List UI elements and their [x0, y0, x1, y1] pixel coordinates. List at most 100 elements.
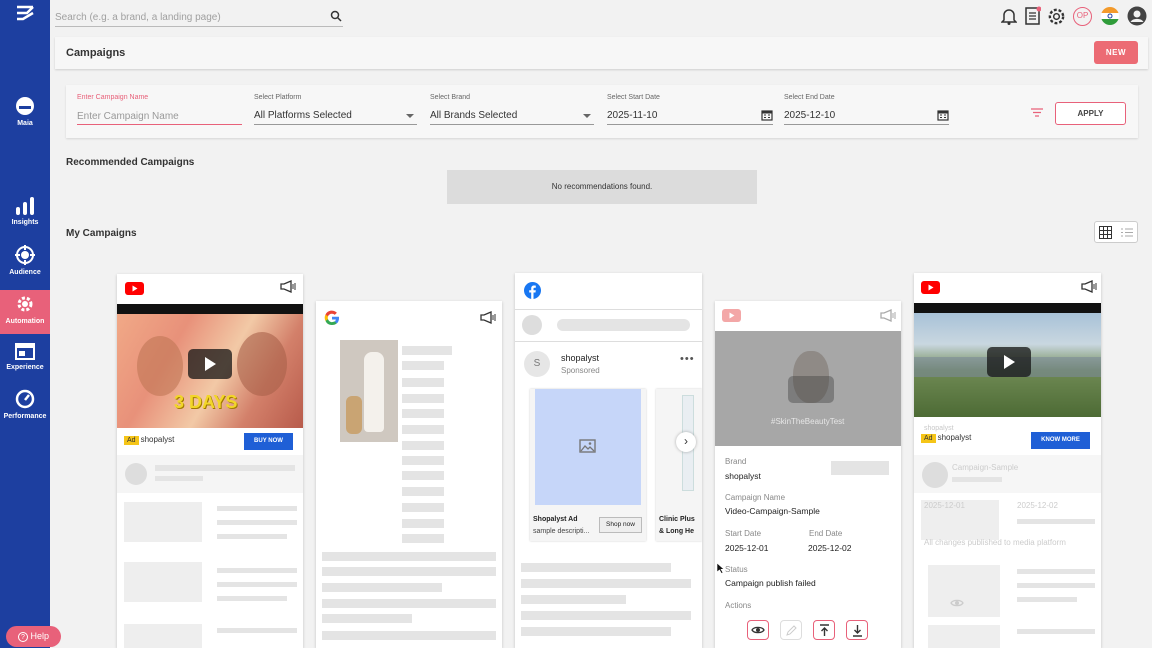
- carousel-item[interactable]: Clinic Plus & Long He: [656, 389, 702, 541]
- apply-button[interactable]: APPLY: [1055, 102, 1126, 125]
- ad-attribution: Ad shopalyst: [921, 433, 971, 443]
- play-button-icon[interactable]: [788, 376, 834, 403]
- play-button-icon[interactable]: [987, 347, 1031, 377]
- help-button[interactable]: ? Help: [6, 626, 61, 647]
- sidebar-item-automation[interactable]: Automation: [0, 290, 50, 334]
- calendar-icon[interactable]: [761, 109, 773, 121]
- search-icon[interactable]: [330, 10, 342, 22]
- brand-value: shopalyst: [725, 471, 761, 481]
- page-name: shopalyst: [561, 353, 600, 363]
- campaign-card-youtube-hover[interactable]: #SkinTheBeautyTest Brand shopalyst Campa…: [715, 301, 901, 648]
- skeleton-line: [521, 627, 671, 636]
- brand-value: All Brands Selected: [430, 110, 518, 121]
- view-button[interactable]: [747, 620, 769, 640]
- bell-icon[interactable]: [1001, 7, 1017, 25]
- notes-icon[interactable]: [1025, 6, 1041, 25]
- ad-badge: Ad: [921, 434, 936, 443]
- sponsored-label: Sponsored: [561, 366, 600, 375]
- skeleton-line: [952, 477, 1002, 482]
- megaphone-icon[interactable]: [280, 280, 296, 293]
- more-options-icon[interactable]: •••: [680, 353, 695, 365]
- brand-label: Brand: [725, 457, 747, 466]
- know-more-button[interactable]: KNOW MORE: [1031, 432, 1090, 449]
- skeleton-line: [1017, 597, 1077, 602]
- calendar-icon[interactable]: [937, 109, 949, 121]
- skeleton-line: [402, 425, 444, 434]
- campaign-card-facebook[interactable]: S shopalyst Sponsored ••• Shopalyst Ad s…: [515, 273, 702, 648]
- brush-shape: [346, 396, 362, 434]
- brand-label: Select Brand: [430, 94, 471, 101]
- video-top-bar: [914, 303, 1101, 313]
- divider: [515, 341, 702, 342]
- skeleton-line: [1017, 583, 1095, 588]
- user-avatar-icon[interactable]: [1127, 6, 1147, 26]
- brand-select[interactable]: All Brands Selected: [430, 109, 594, 125]
- grid-view-icon[interactable]: [1099, 226, 1112, 239]
- platform-select[interactable]: All Platforms Selected: [254, 109, 417, 125]
- start-date-input[interactable]: 2025-11-10: [607, 109, 773, 125]
- skeleton-line: [217, 506, 297, 511]
- india-flag-icon[interactable]: [1100, 6, 1120, 26]
- help-label: Help: [30, 631, 50, 642]
- product-image: [340, 340, 398, 442]
- mouse-cursor-icon: [716, 562, 724, 574]
- skeleton-block: [124, 562, 202, 602]
- publish-button[interactable]: [813, 620, 835, 640]
- sidebar-item-performance[interactable]: Performance: [0, 389, 50, 427]
- campaign-name-value: Video-Campaign-Sample: [725, 506, 820, 516]
- skeleton-line: [521, 595, 626, 604]
- campaign-card-youtube-2[interactable]: Ad shopalyst KNOW MORE shopalyst Campaign…: [914, 273, 1101, 648]
- edit-button[interactable]: [780, 620, 802, 640]
- video-top-bar: [117, 304, 303, 314]
- page-avatar: S: [524, 351, 550, 377]
- browser-icon: [15, 343, 35, 360]
- skeleton-line: [521, 579, 691, 588]
- face-shape: [137, 336, 183, 396]
- skeleton-line: [402, 346, 452, 355]
- shop-now-button[interactable]: Shop now: [599, 517, 642, 533]
- list-view-icon[interactable]: [1121, 228, 1133, 237]
- carousel-item[interactable]: Shopalyst Ad sample descripti... Shop no…: [530, 389, 646, 541]
- sidebar-item-audience[interactable]: Audience: [0, 245, 50, 283]
- campaign-name-label: Campaign Name: [725, 493, 786, 502]
- new-campaign-button[interactable]: NEW: [1094, 41, 1138, 64]
- platform-value: All Platforms Selected: [254, 110, 352, 121]
- video-thumbnail[interactable]: [914, 313, 1101, 417]
- megaphone-icon[interactable]: [480, 311, 496, 324]
- face-shape: [237, 332, 287, 396]
- gauge-icon: [15, 389, 35, 409]
- sidebar-item-insights[interactable]: Insights: [0, 197, 50, 235]
- carousel-next-icon[interactable]: ›: [676, 432, 696, 452]
- campaign-card-youtube[interactable]: 3 DAYS Ad shopalyst BUY NOW: [117, 274, 303, 648]
- product-title: Shopalyst Ad: [533, 516, 578, 523]
- play-button-icon[interactable]: [188, 349, 232, 379]
- ghost-end-date: 2025-12-02: [1017, 501, 1058, 510]
- video-thumbnail[interactable]: #SkinTheBeautyTest: [715, 331, 901, 446]
- settings-icon[interactable]: [1047, 7, 1066, 26]
- my-campaigns-title: My Campaigns: [66, 228, 137, 239]
- download-button[interactable]: [846, 620, 868, 640]
- status-label: Status: [725, 565, 748, 574]
- sidebar-item-experience[interactable]: Experience: [0, 343, 50, 379]
- sidebar-item-label: Audience: [9, 269, 41, 276]
- campaign-card-google[interactable]: [316, 301, 502, 648]
- sidebar-item-maia[interactable]: Maia: [0, 96, 50, 140]
- skeleton-line: [322, 614, 412, 623]
- megaphone-icon[interactable]: [880, 309, 896, 322]
- megaphone-icon[interactable]: [1081, 280, 1097, 293]
- end-date-input[interactable]: 2025-12-10: [784, 109, 949, 125]
- buy-now-button[interactable]: BUY NOW: [244, 433, 293, 450]
- video-thumbnail[interactable]: 3 DAYS: [117, 314, 303, 428]
- youtube-icon: [125, 282, 144, 295]
- bottle-shape: [364, 352, 384, 432]
- campaign-name-input[interactable]: [77, 108, 242, 125]
- app-logo[interactable]: [0, 5, 50, 27]
- product-title: Clinic Plus: [659, 516, 695, 523]
- user-initials-avatar[interactable]: OP: [1073, 7, 1092, 26]
- sidebar-item-label: Maia: [17, 120, 33, 127]
- skeleton-line: [521, 563, 671, 572]
- help-icon: ?: [17, 631, 28, 642]
- search-input[interactable]: [55, 8, 343, 27]
- video-overlay-text: #SkinTheBeautyTest: [771, 417, 845, 426]
- filter-icon[interactable]: [1031, 108, 1043, 117]
